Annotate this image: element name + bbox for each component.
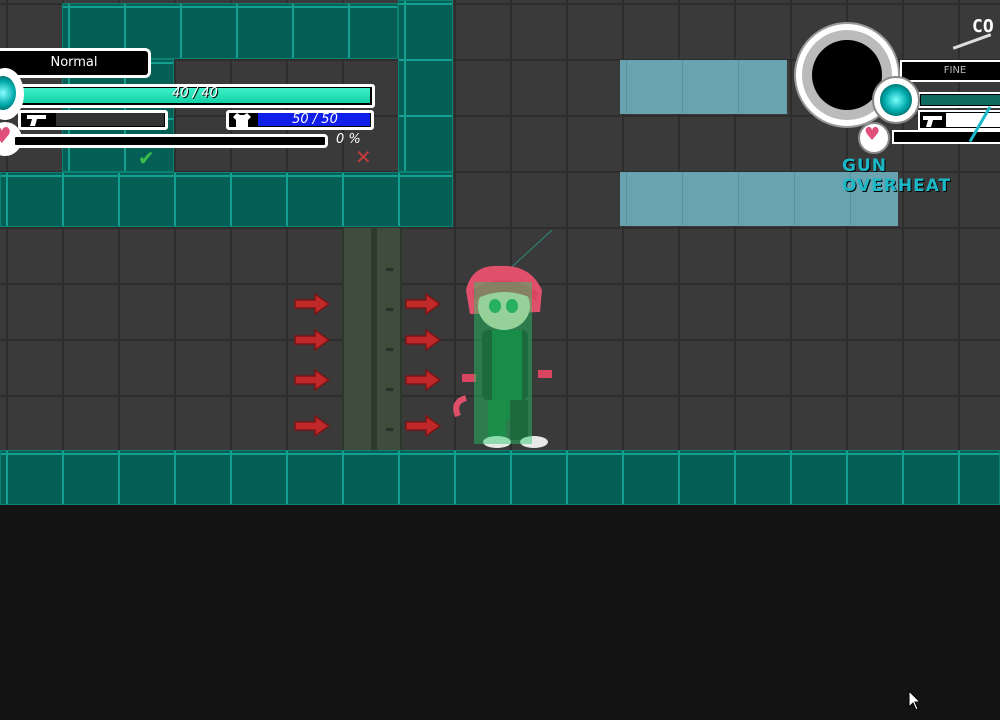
floor-tiles [0, 450, 1000, 505]
sliding-door [342, 228, 402, 450]
arrow-right-icon [294, 293, 331, 315]
player-character [453, 229, 553, 448]
arrow-right-icon [405, 369, 442, 391]
mouse-cursor-icon [908, 690, 922, 711]
arrow-right-icon [405, 329, 442, 351]
shirt-icon [233, 113, 251, 127]
mode-label: Normal [0, 48, 151, 78]
heart-icon: ♥ [864, 124, 881, 145]
wall-tiles-ledge [0, 172, 453, 227]
arrow-right-icon [294, 329, 331, 351]
arrow-right-icon [405, 415, 442, 437]
weapon-heat-bar [56, 113, 164, 126]
armor-text: 50 / 50 [292, 112, 338, 127]
pistol-icon [923, 116, 942, 127]
arrow-right-icon [405, 293, 442, 315]
lust-bar [12, 134, 328, 148]
enemy-weapon-bar [946, 113, 1000, 127]
wall-tiles-right-column [398, 0, 453, 172]
game-scene: Normal 40 / 40 50 / 50 ♥ 0 % ✔ ✕ CO FINE… [0, 0, 1000, 720]
cross-icon: ✕ [355, 145, 372, 169]
heart-icon: ♥ [0, 124, 12, 149]
enemy-lust-bar [892, 130, 1000, 144]
enemy-hp-fill [921, 95, 1000, 105]
arrow-right-icon [294, 369, 331, 391]
cyan-orb-icon [880, 84, 912, 116]
gun-overheat-warning: GUN OVERHEAT [842, 156, 952, 196]
void-area [0, 505, 1000, 720]
player-hud: Normal 40 / 40 50 / 50 ♥ 0 % ✔ ✕ [0, 0, 400, 180]
status-box: FINE [900, 60, 1000, 82]
hp-text: 40 / 40 [172, 86, 218, 101]
pistol-icon [27, 115, 46, 126]
ghost-block-upper [620, 60, 787, 114]
arrow-right-icon [294, 415, 331, 437]
checkmark-icon: ✔ [138, 146, 155, 170]
